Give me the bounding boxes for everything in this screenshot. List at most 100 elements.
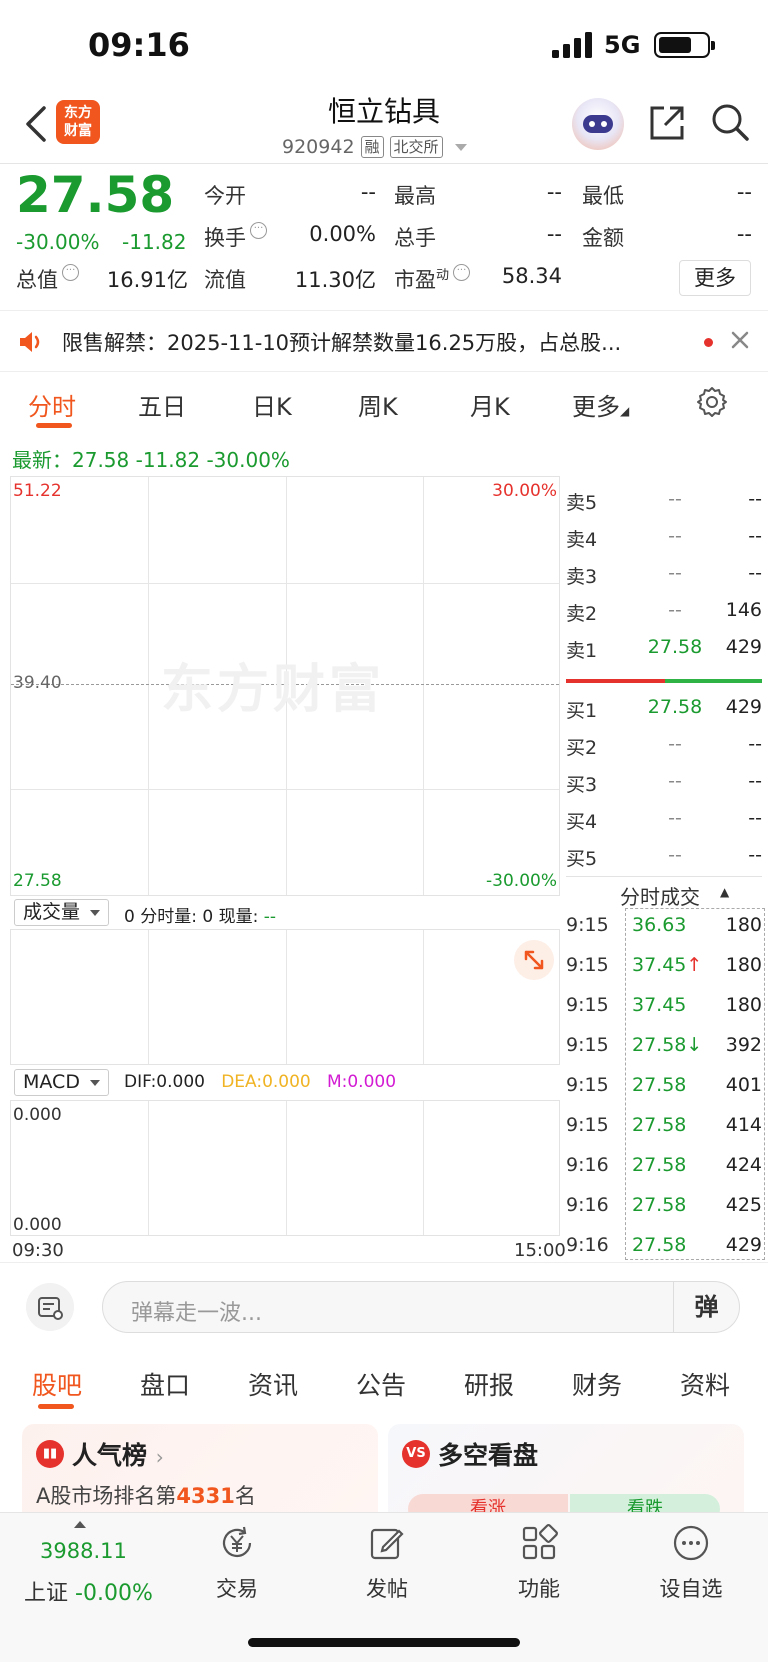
tab-indicator bbox=[36, 423, 72, 428]
pe-value: 58.34 bbox=[501, 264, 562, 288]
danmu-input[interactable]: 弹幕走一波... 弹 bbox=[102, 1281, 740, 1333]
yen-cycle-icon bbox=[222, 1526, 252, 1558]
search-icon[interactable] bbox=[710, 102, 750, 142]
info-tabs: 股吧 盘口 资讯 公告 研报 财务 资料 bbox=[0, 1348, 768, 1412]
tick-row: 9:15 36.63 180 bbox=[566, 914, 762, 936]
danmu-placeholder: 弹幕走一波... bbox=[131, 1301, 262, 1326]
danmu-send-button[interactable]: 弹 bbox=[673, 1282, 739, 1332]
tab-news[interactable]: 资讯 bbox=[248, 1366, 298, 1402]
stock-code-row[interactable]: 920942 融 北交所 bbox=[282, 134, 467, 160]
grid-line bbox=[423, 1101, 424, 1235]
macd-header: MACD DIF:0.000 DEA:0.000 M:0.000 bbox=[10, 1066, 560, 1100]
grid-line bbox=[286, 930, 287, 1064]
nav-trade[interactable]: 交易 bbox=[192, 1523, 282, 1603]
mktcap-label[interactable]: 总值 ··· bbox=[16, 264, 79, 294]
low-label: 最低 bbox=[582, 184, 624, 208]
ai-assistant-icon[interactable] bbox=[572, 98, 624, 150]
tick-row: 9:16 27.58 424 bbox=[566, 1154, 762, 1176]
ticks-header[interactable]: 分时成交 ▲ bbox=[566, 876, 762, 910]
caret-up-icon: ▲ bbox=[720, 885, 730, 899]
macd-top-label: 0.000 bbox=[13, 1105, 62, 1125]
tab-pankou[interactable]: 盘口 bbox=[140, 1366, 190, 1402]
current-price: 27.58 bbox=[16, 166, 175, 224]
macd-bottom-label: 0.000 bbox=[13, 1215, 62, 1235]
signal-icon bbox=[552, 32, 592, 58]
index-ticker[interactable]: 上证 -0.00% bbox=[24, 1575, 153, 1607]
info-icon: ··· bbox=[453, 264, 471, 281]
tab-monthly-k[interactable]: 月K bbox=[470, 387, 510, 422]
macd-values: DIF:0.000 DEA:0.000 M:0.000 bbox=[124, 1072, 397, 1092]
popularity-card[interactable]: ▮▮ 人气榜 › A股市场排名第4331名 bbox=[22, 1424, 378, 1514]
battery-icon bbox=[654, 32, 715, 58]
clock: 09:16 bbox=[88, 26, 190, 64]
chevron-right-icon: › bbox=[155, 1445, 164, 1469]
danmu-settings-icon[interactable] bbox=[26, 1283, 74, 1331]
change-percent: -30.00% bbox=[16, 230, 100, 254]
nav-post[interactable]: 发帖 bbox=[342, 1523, 432, 1603]
info-icon: ··· bbox=[62, 264, 79, 281]
macd-selector[interactable]: MACD bbox=[14, 1069, 109, 1096]
tab-intraday[interactable]: 分时 bbox=[28, 387, 76, 422]
tab-profile[interactable]: 资料 bbox=[680, 1366, 730, 1402]
more-dots-icon bbox=[673, 1525, 709, 1561]
share-icon[interactable] bbox=[648, 104, 686, 142]
change-amount: -11.82 bbox=[122, 230, 187, 254]
expand-icon[interactable] bbox=[514, 940, 554, 980]
home-indicator[interactable] bbox=[248, 1638, 520, 1647]
gear-icon[interactable] bbox=[696, 386, 728, 418]
tick-row: 9:15 27.58 414 bbox=[566, 1114, 762, 1136]
macd-chart[interactable]: 0.000 0.000 bbox=[10, 1100, 560, 1236]
latest-quote-line: 最新：27.58 -11.82 -30.00% bbox=[12, 448, 290, 472]
volume-value: -- bbox=[546, 222, 562, 246]
volume-info: 0 分时量: 0 现量: -- bbox=[124, 907, 276, 927]
tab-five-day[interactable]: 五日 bbox=[138, 387, 186, 422]
tab-announcements[interactable]: 公告 bbox=[356, 1366, 406, 1402]
more-button[interactable]: 更多 bbox=[679, 260, 751, 296]
volume-header: 成交量 0 分时量: 0 现量: -- bbox=[10, 896, 560, 930]
y-top-label: 51.22 bbox=[13, 481, 62, 501]
float-value: 11.30亿 bbox=[294, 268, 376, 292]
tab-weekly-k[interactable]: 周K bbox=[358, 387, 398, 422]
turnover-value: 0.00% bbox=[309, 222, 376, 246]
nav-functions[interactable]: 功能 bbox=[494, 1523, 584, 1603]
pe-label[interactable]: 市盈动 ··· bbox=[394, 264, 471, 294]
tick-row: 9:15 27.58 401 bbox=[566, 1074, 762, 1096]
bull-bear-card[interactable]: VS 多空看盘 看涨 看跌 bbox=[388, 1424, 744, 1524]
index-value: 3988.11 bbox=[40, 1539, 127, 1563]
float-label: 流值 bbox=[204, 268, 246, 292]
info-icon: ··· bbox=[250, 222, 267, 239]
ask-row-2: 卖2 -- 146 bbox=[566, 599, 762, 625]
grid-line bbox=[286, 1101, 287, 1235]
volume-selector[interactable]: 成交量 bbox=[14, 899, 110, 926]
exchange-tag: 北交所 bbox=[389, 136, 443, 158]
tab-guba[interactable]: 股吧 bbox=[32, 1366, 82, 1402]
nav-add-watchlist[interactable]: 设自选 bbox=[646, 1523, 736, 1603]
bid-row-5: 买5 -- -- bbox=[566, 844, 762, 870]
bull-bear-title: 多空看盘 bbox=[438, 1441, 539, 1470]
popularity-title: 人气榜 › bbox=[72, 1441, 164, 1470]
tab-daily-k[interactable]: 日K bbox=[252, 387, 292, 422]
y-mid-label: 39.40 bbox=[13, 673, 62, 693]
tick-row: 9:16 27.58 429 bbox=[566, 1234, 762, 1256]
tick-row: 9:15 37.45 180 bbox=[566, 994, 762, 1016]
volume-chart[interactable] bbox=[10, 929, 560, 1065]
grid-line bbox=[423, 477, 424, 895]
network-label: 5G bbox=[604, 31, 641, 59]
turnover-label[interactable]: 换手 ··· bbox=[204, 222, 267, 252]
tab-finance[interactable]: 财务 bbox=[572, 1366, 622, 1402]
intraday-chart[interactable]: 东方财富 51.22 30.00% 39.40 27.58 -30.00% bbox=[10, 476, 560, 896]
tab-research[interactable]: 研报 bbox=[464, 1366, 514, 1402]
time-end-label: 15:00 bbox=[514, 1240, 566, 1261]
high-value: -- bbox=[546, 180, 562, 204]
tab-more[interactable]: 更多◢ bbox=[572, 387, 629, 422]
grid-line bbox=[423, 930, 424, 1064]
grid-line bbox=[148, 930, 149, 1064]
popularity-rank: A股市场排名第4331名 bbox=[36, 1484, 256, 1508]
dropdown-icon bbox=[89, 1079, 100, 1086]
grid-line bbox=[148, 477, 149, 895]
ask-row-4: 卖4 -- -- bbox=[566, 525, 762, 551]
close-icon[interactable] bbox=[728, 328, 752, 352]
ask-ratio-bar bbox=[566, 679, 665, 683]
notice-bar[interactable]: 限售解禁：2025-11-10预计解禁数量16.25万股，占总股... bbox=[0, 310, 768, 372]
bid-ratio-bar bbox=[665, 679, 762, 683]
